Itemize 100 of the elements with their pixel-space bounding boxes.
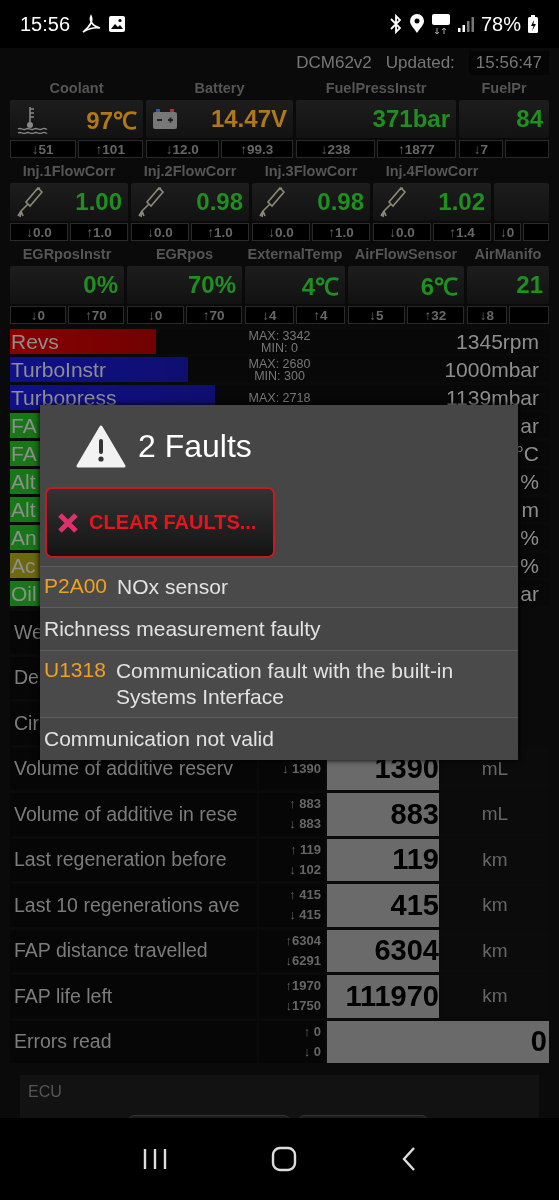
bar-value: 1139mbar: [446, 385, 539, 410]
value-cell: 6304: [327, 929, 439, 972]
max-text: MAX: 2680: [248, 357, 311, 370]
bar-label: Turbopress: [10, 385, 117, 410]
min-text: MIN: 300: [254, 369, 305, 382]
gauge-label: AirFlowSensor: [354, 246, 458, 264]
fault-row[interactable]: P2A00 NOx sensor: [40, 566, 518, 608]
bar-value: %: [520, 553, 539, 578]
min-text: ↓6291: [285, 951, 321, 970]
value-cell: 0: [327, 1020, 549, 1063]
min-cell: ↓7: [459, 140, 503, 158]
injector-icon: [379, 186, 407, 218]
gauge-label: Coolant: [49, 80, 104, 98]
max-text: MAX: 3342: [248, 329, 311, 342]
bar-label: Alt: [10, 469, 36, 494]
min-cell: ↓4: [245, 306, 294, 324]
gauge-value: 1.00: [75, 188, 122, 216]
fault-title: NOx sensor: [117, 574, 228, 600]
min-cell: ↓12.0: [146, 140, 219, 158]
gauge-label: Inj.3FlowCorr: [264, 163, 358, 181]
max-cell: ↑70: [68, 306, 124, 324]
gauge-label: ExternalTemp: [247, 246, 343, 264]
gauge-label: FuelPr: [481, 80, 527, 98]
min-cell: ↓5: [348, 306, 405, 324]
dialog-title: 2 Faults: [138, 427, 252, 465]
fault-row[interactable]: U1318 Communication fault with the built-in Systems Interface: [40, 650, 518, 718]
max-cell: ↑1.0: [70, 223, 128, 241]
value-cell: 119: [327, 838, 439, 881]
gauge-value: 21: [516, 271, 543, 299]
min-text: ↓ 0: [303, 1042, 321, 1061]
injector-icon: [16, 186, 44, 218]
bar-value: %: [520, 469, 539, 494]
table-cell: Last 10 regenerations ave: [10, 884, 257, 927]
value-cell: 111970: [327, 975, 439, 1018]
thermometer-icon: [16, 104, 48, 134]
home-icon[interactable]: [271, 1146, 298, 1172]
table-cell: FAP life left: [10, 975, 257, 1018]
updated-label: Updated:: [385, 53, 455, 73]
gauge-label: FuelPressInstr: [325, 80, 427, 98]
bar-value: 1345rpm: [456, 329, 539, 354]
bar-label: Ac: [10, 553, 36, 578]
injector-icon: [258, 186, 286, 218]
injector-icon: [137, 186, 165, 218]
empty-cell: [509, 306, 549, 324]
gauge-value: 97℃: [86, 105, 137, 136]
max-cell: ↑1.0: [312, 223, 370, 241]
max-cell: ↑99.3: [220, 140, 293, 158]
max-text: ↑ 119: [289, 840, 321, 859]
max-cell: ↑1.4: [433, 223, 491, 241]
bar-label: Revs: [10, 329, 59, 354]
gauge-value: 0.98: [317, 188, 364, 216]
table-cell: Volume of additive in rese: [10, 793, 257, 836]
max-text: ↑6304: [285, 931, 321, 950]
battery-charging-icon: [527, 14, 539, 34]
back-icon[interactable]: [401, 1146, 418, 1172]
gauge-value: 14.47V: [210, 105, 287, 133]
max-cell: ↑4: [296, 306, 345, 324]
min-cell: ↓0.0: [10, 223, 68, 241]
min-cell: ↓0: [127, 306, 184, 324]
min-cell: ↓238: [296, 140, 375, 158]
gauge-label: Inj.4FlowCorr: [385, 163, 479, 181]
status-time: 15:56: [20, 12, 71, 36]
bar-label: TurboInstr: [10, 357, 106, 382]
bar-label: An: [10, 525, 37, 550]
gauge-label: EGRposInstr: [22, 246, 112, 264]
max-text: ↑ 0: [303, 1022, 321, 1041]
min-cell: ↓0.0: [373, 223, 431, 241]
network-5g-icon: [430, 13, 451, 35]
pdf-icon: [80, 14, 103, 34]
gauge-label: Inj.2FlowCorr: [143, 163, 237, 181]
bar-value: 1000mbar: [444, 357, 539, 382]
bluetooth-icon: [388, 14, 403, 34]
recent-apps-icon[interactable]: [141, 1147, 168, 1171]
max-text: ↑ 415: [289, 886, 321, 905]
fault-code: U1318: [44, 658, 106, 683]
min-text: ↓ 1390: [281, 759, 321, 778]
signal-icon: [456, 15, 475, 33]
max-text: ↑ 883: [289, 795, 321, 814]
gauge-label: Inj.1FlowCorr: [22, 163, 116, 181]
min-cell: ↓0: [10, 306, 66, 324]
ecu-title: ECU: [28, 1083, 62, 1100]
gauge-label: Battery: [194, 80, 245, 98]
bar-value: ar: [520, 581, 539, 606]
gauge-value: 371bar: [372, 105, 450, 133]
gauge-value: 4℃: [301, 271, 339, 302]
bar-value: m: [521, 497, 539, 522]
close-icon: [57, 511, 79, 534]
max-cell: ↑32: [407, 306, 464, 324]
table-cell: Errors read: [10, 1020, 257, 1063]
value-cell: 883: [327, 793, 439, 836]
min-cell: ↓51: [10, 140, 76, 158]
max-text: MAX: 2718: [248, 391, 311, 404]
bar-label: FA: [10, 413, 37, 438]
bar-value: %: [520, 525, 539, 550]
empty-cell: [505, 140, 549, 158]
updated-time: 15:56:47: [468, 51, 549, 75]
gauge-value: 6℃: [420, 271, 458, 302]
max-cell: ↑1.0: [191, 223, 249, 241]
gauge-value: 84: [516, 105, 543, 133]
battery-percent: 78%: [480, 12, 521, 36]
